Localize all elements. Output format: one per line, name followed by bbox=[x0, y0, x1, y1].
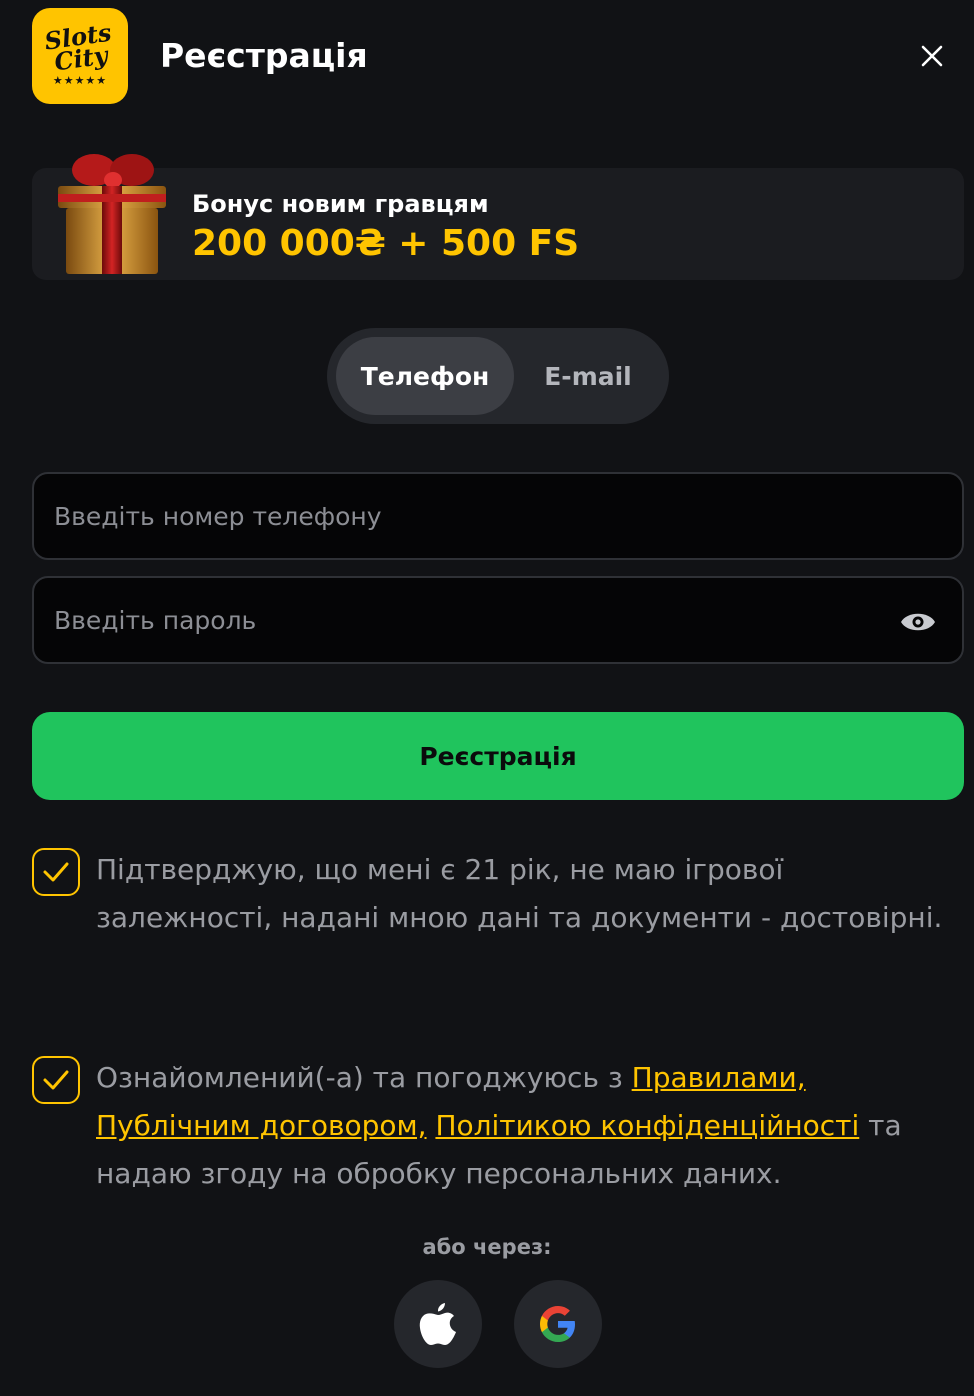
checkmark-icon bbox=[43, 1070, 69, 1090]
gift-icon bbox=[58, 154, 166, 274]
logo-text: Slots City bbox=[43, 17, 117, 76]
logo-text-line2: City bbox=[53, 39, 110, 76]
bonus-amount: 200 000₴ + 500 FS bbox=[192, 223, 580, 264]
close-icon bbox=[921, 45, 943, 67]
rules-link[interactable]: Правилами, bbox=[632, 1061, 806, 1094]
social-login-label: або через: bbox=[422, 1235, 552, 1259]
age-checkbox[interactable] bbox=[32, 848, 80, 896]
auth-method-tabs: Телефон E-mail bbox=[327, 328, 669, 424]
apple-icon bbox=[419, 1303, 456, 1345]
google-icon bbox=[540, 1306, 575, 1342]
public-contract-link[interactable]: Публічним договором, bbox=[96, 1109, 427, 1142]
password-field bbox=[32, 576, 964, 664]
phone-field bbox=[32, 472, 964, 560]
phone-input[interactable] bbox=[54, 474, 874, 558]
password-input[interactable] bbox=[54, 578, 874, 662]
bonus-label: Бонус новим гравцям bbox=[192, 190, 489, 218]
eye-icon bbox=[901, 613, 935, 631]
close-button[interactable] bbox=[912, 36, 952, 76]
terms-prefix: Ознайомлений(-а) та погоджуюсь з bbox=[96, 1061, 632, 1094]
tab-email[interactable]: E-mail bbox=[517, 337, 659, 415]
apple-login-button[interactable] bbox=[394, 1280, 482, 1368]
register-button[interactable]: Реєстрація bbox=[32, 712, 964, 800]
slots-city-logo: Slots City ★★★★★ bbox=[32, 8, 128, 104]
page-title: Реєстрація bbox=[160, 36, 368, 75]
google-login-button[interactable] bbox=[514, 1280, 602, 1368]
age-confirmation-text: Підтверджую, що мені є 21 рік, не маю іг… bbox=[96, 853, 943, 934]
checkmark-icon bbox=[43, 862, 69, 882]
tab-phone[interactable]: Телефон bbox=[336, 337, 514, 415]
privacy-policy-link[interactable]: Політикою конфіденційності bbox=[435, 1109, 859, 1142]
terms-checkbox[interactable] bbox=[32, 1056, 80, 1104]
header: Slots City ★★★★★ Реєстрація bbox=[0, 0, 974, 112]
terms-agreement-text: Ознайомлений(-а) та погоджуюсь з Правила… bbox=[96, 1054, 964, 1198]
bonus-banner: Бонус новим гравцям 200 000₴ + 500 FS bbox=[32, 154, 964, 280]
show-password-button[interactable] bbox=[898, 602, 938, 642]
